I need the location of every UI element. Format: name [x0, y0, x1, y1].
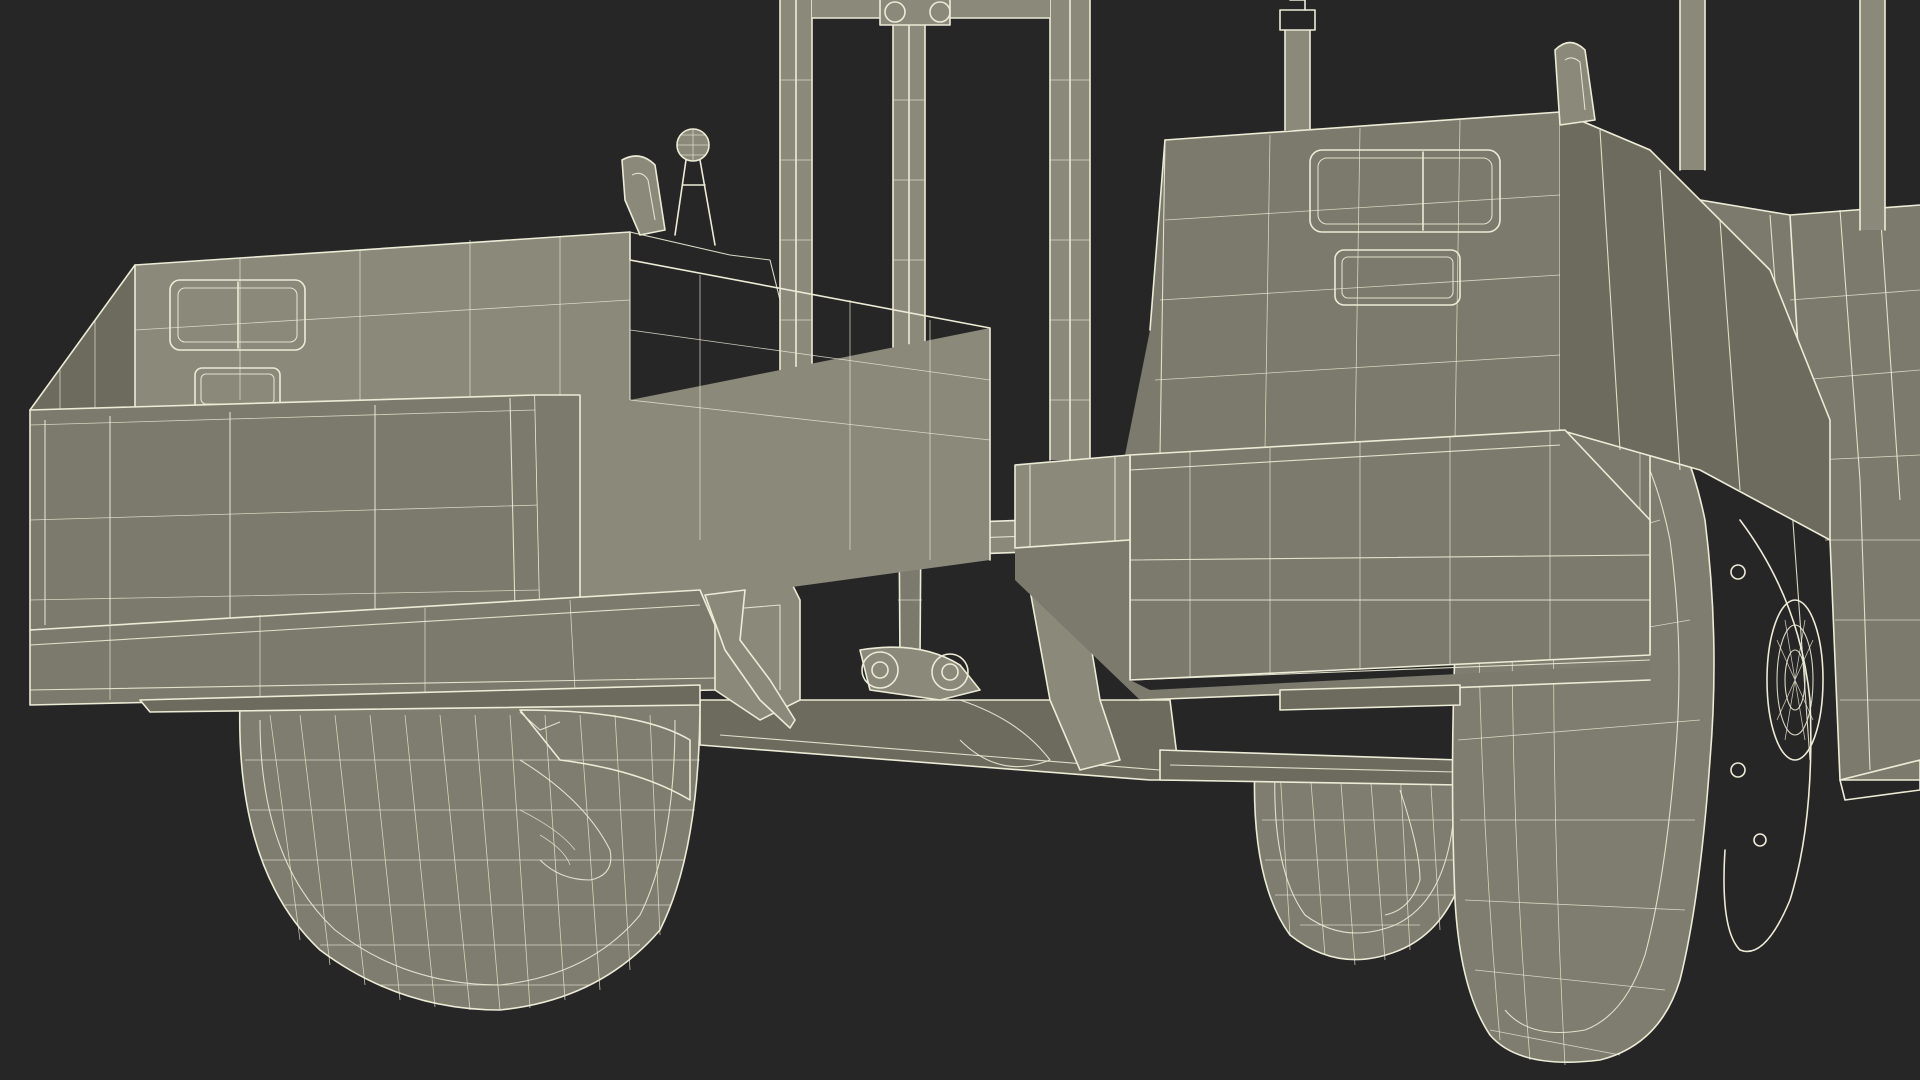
vehicle-wireframe-render	[0, 0, 1920, 1080]
